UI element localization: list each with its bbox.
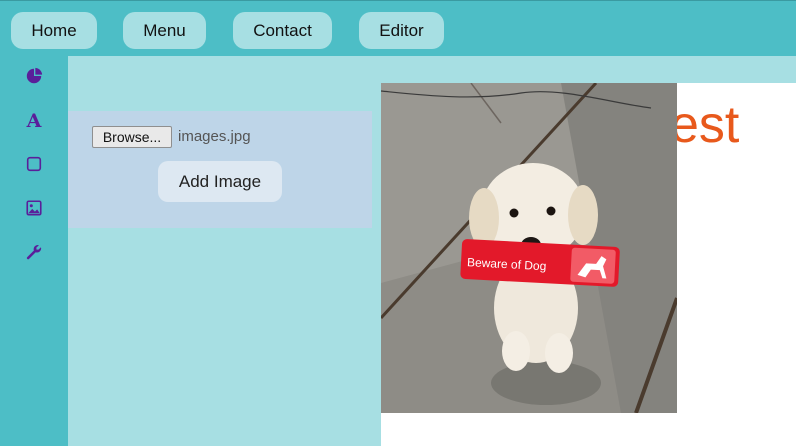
selected-file-name: images.jpg: [178, 128, 251, 145]
image-icon[interactable]: [24, 198, 44, 218]
nav-editor-button[interactable]: Editor: [359, 12, 444, 49]
canvas-header-strip: [68, 56, 796, 83]
nav-menu-button[interactable]: Menu: [123, 12, 206, 49]
nav-home-button[interactable]: Home: [11, 12, 97, 49]
add-image-button[interactable]: Add Image: [158, 161, 282, 202]
wrench-icon[interactable]: [24, 242, 44, 262]
pie-chart-icon[interactable]: [24, 66, 44, 86]
browse-button[interactable]: Browse...: [92, 126, 172, 148]
add-image-panel: Browse... images.jpg Add Image: [68, 111, 372, 228]
tool-sidebar: A: [0, 56, 68, 446]
text-icon[interactable]: A: [24, 111, 44, 131]
top-nav-bar: Home Menu Contact Editor: [0, 0, 796, 56]
placed-photo[interactable]: Beware of Dog: [381, 83, 677, 413]
square-icon[interactable]: [24, 154, 44, 174]
nav-contact-button[interactable]: Contact: [233, 12, 332, 49]
page-title-text[interactable]: est: [670, 97, 739, 153]
